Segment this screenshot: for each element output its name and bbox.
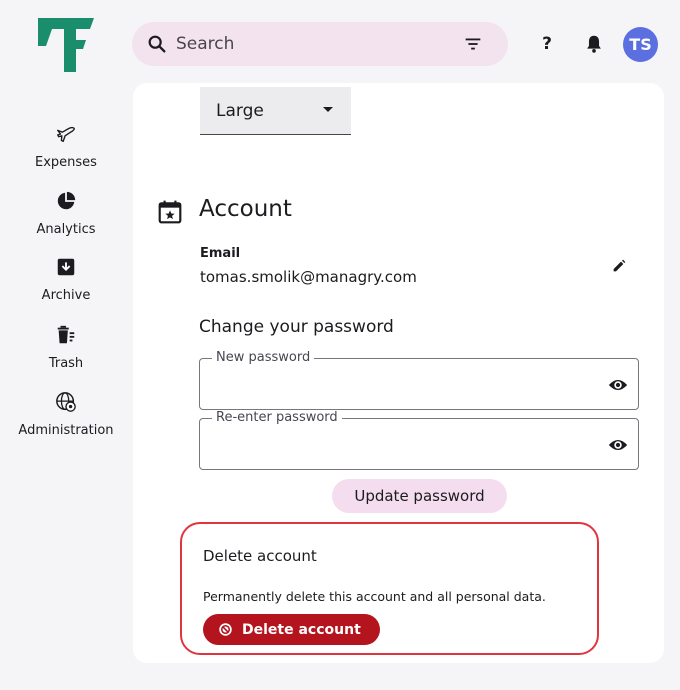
avatar[interactable]: TS [623, 27, 658, 62]
edit-icon[interactable] [611, 258, 627, 274]
new-password-label: New password [212, 350, 315, 365]
calendar-star-icon [158, 200, 182, 224]
change-password-heading: Change your password [199, 317, 394, 337]
globe-settings-icon [56, 392, 76, 412]
delete-account-title: Delete account [203, 547, 317, 565]
eye-icon[interactable] [608, 377, 628, 393]
sidebar-item-label: Archive [41, 288, 91, 303]
archive-icon [57, 258, 75, 276]
eye-icon[interactable] [608, 437, 628, 453]
sidebar-item-analytics[interactable]: Analytics [0, 190, 132, 237]
sidebar-item-label: Expenses [35, 155, 97, 170]
trash-icon [57, 325, 75, 344]
sidebar-item-label: Trash [48, 356, 84, 371]
update-password-button[interactable]: Update password [332, 479, 507, 513]
size-select-value: Large [216, 100, 264, 121]
email-value: tomas.smolik@managry.com [200, 268, 417, 286]
sidebar-item-expenses[interactable]: Expenses [0, 123, 132, 170]
reenter-password-label: Re-enter password [212, 410, 342, 425]
bell-icon[interactable] [583, 32, 605, 56]
pie-chart-icon [57, 191, 76, 210]
email-label: Email [200, 246, 241, 261]
size-select[interactable]: Large [200, 87, 351, 135]
block-icon [219, 623, 232, 636]
app-logo [38, 18, 94, 72]
sidebar-item-administration[interactable]: Administration [0, 391, 132, 438]
new-password-field[interactable]: New password [199, 350, 639, 410]
delete-account-button[interactable]: Delete account [203, 614, 380, 645]
search-bar[interactable]: Search [132, 22, 508, 66]
search-placeholder: Search [176, 34, 235, 54]
delete-account-description: Permanently delete this account and all … [203, 589, 546, 604]
caret-down-icon [323, 107, 333, 112]
help-icon[interactable]: ? [536, 32, 558, 56]
sidebar-item-trash[interactable]: Trash [0, 324, 132, 371]
search-icon [148, 35, 166, 53]
account-title: Account [199, 196, 292, 222]
filter-icon[interactable] [462, 33, 484, 55]
app-root: Search ? TS Expenses Analytics Archive T… [0, 0, 680, 690]
sidebar-item-archive[interactable]: Archive [0, 256, 132, 303]
delete-account-button-label: Delete account [242, 621, 361, 638]
airplane-icon [57, 126, 75, 143]
reenter-password-field[interactable]: Re-enter password [199, 410, 639, 470]
sidebar-item-label: Analytics [36, 222, 96, 237]
sidebar-item-label: Administration [18, 423, 114, 438]
